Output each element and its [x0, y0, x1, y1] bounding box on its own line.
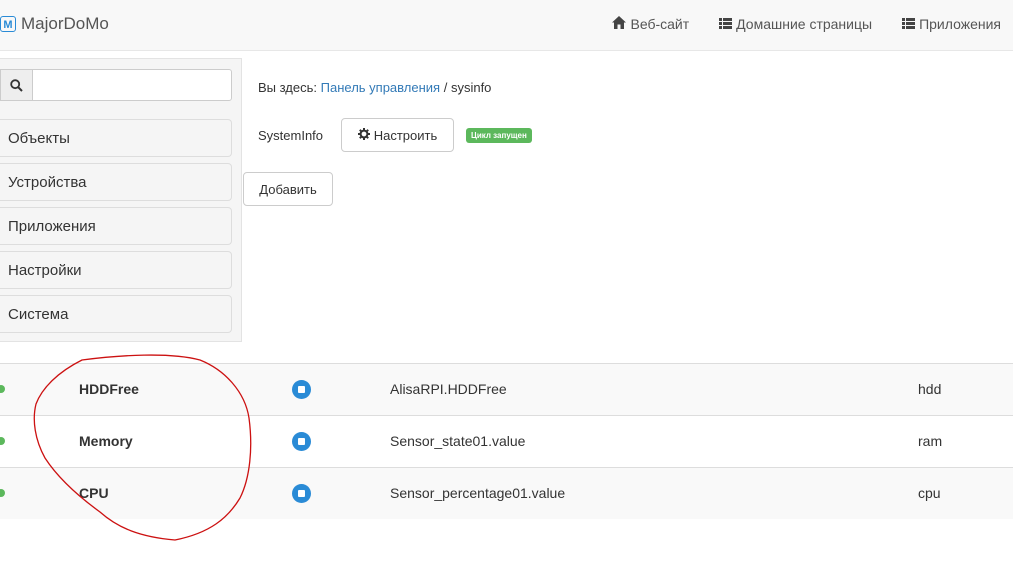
configure-button-label: Настроить — [373, 127, 438, 143]
row-name[interactable]: Memory — [79, 433, 133, 449]
nav-link-apps[interactable]: Приложения — [902, 16, 1001, 32]
row-linked-property: Sensor_state01.value — [390, 433, 526, 449]
sidebar-item-applications[interactable]: Приложения — [0, 207, 232, 245]
row-linked-property: Sensor_percentage01.value — [390, 485, 566, 501]
configure-button[interactable]: Настроить — [341, 118, 454, 152]
list-icon — [902, 17, 916, 32]
breadcrumb-prefix: Вы здесь: — [258, 80, 318, 95]
stop-icon[interactable] — [292, 484, 311, 503]
row-code: cpu — [918, 485, 941, 501]
table-row[interactable]: HDDFree AlisaRPI.HDDFree hdd — [0, 363, 1013, 415]
row-code: hdd — [918, 381, 942, 397]
gear-icon — [357, 127, 370, 143]
nav-link-label: Веб-сайт — [630, 16, 690, 32]
breadcrumb: Вы здесь: Панель управления / sysinfo — [258, 80, 491, 95]
add-button[interactable]: Добавить — [243, 172, 333, 206]
table-row[interactable]: CPU Sensor_percentage01.value cpu — [0, 467, 1013, 519]
brand-title: MajorDoMo — [21, 14, 109, 33]
nav-link-website[interactable]: Веб-сайт — [612, 16, 689, 32]
search-group — [0, 69, 232, 101]
row-linked-property: AlisaRPI.HDDFree — [390, 381, 507, 397]
sidebar-item-devices[interactable]: Устройства — [0, 163, 232, 201]
nav-link-label: Приложения — [919, 16, 1001, 32]
module-name: SystemInfo — [258, 128, 324, 143]
row-name[interactable]: HDDFree — [79, 381, 139, 397]
status-badge: Цикл запущен — [466, 128, 532, 143]
nav-link-home-pages[interactable]: Домашние страницы — [719, 16, 872, 32]
nav-link-label: Домашние страницы — [736, 16, 873, 32]
brand[interactable]: M MajorDoMo — [0, 14, 109, 34]
sidebar-item-objects[interactable]: Объекты — [0, 119, 232, 157]
majordomo-logo-icon: M — [0, 16, 16, 32]
sidebar: Объекты Устройства Приложения Настройки … — [0, 58, 242, 342]
search-icon[interactable] — [0, 69, 32, 101]
status-dot-icon — [0, 385, 5, 393]
status-dot-icon — [0, 437, 5, 445]
breadcrumb-current: sysinfo — [450, 80, 492, 95]
breadcrumb-link-control-panel[interactable]: Панель управления — [321, 80, 440, 95]
search-input[interactable] — [32, 69, 232, 101]
top-navbar: M MajorDoMo Веб-сайт Домашние страницы П… — [0, 0, 1013, 51]
home-icon — [612, 16, 627, 32]
breadcrumb-separator: / — [443, 80, 448, 95]
list-icon — [719, 17, 733, 32]
row-code: ram — [918, 433, 943, 449]
stop-icon[interactable] — [292, 432, 311, 451]
nav-links: Веб-сайт Домашние страницы Приложения — [612, 16, 1001, 32]
row-name[interactable]: CPU — [79, 485, 109, 501]
sidebar-item-system[interactable]: Система — [0, 295, 232, 333]
table-row[interactable]: Memory Sensor_state01.value ram — [0, 415, 1013, 467]
stop-icon[interactable] — [292, 380, 311, 399]
sidebar-item-settings[interactable]: Настройки — [0, 251, 232, 289]
status-dot-icon — [0, 489, 5, 497]
